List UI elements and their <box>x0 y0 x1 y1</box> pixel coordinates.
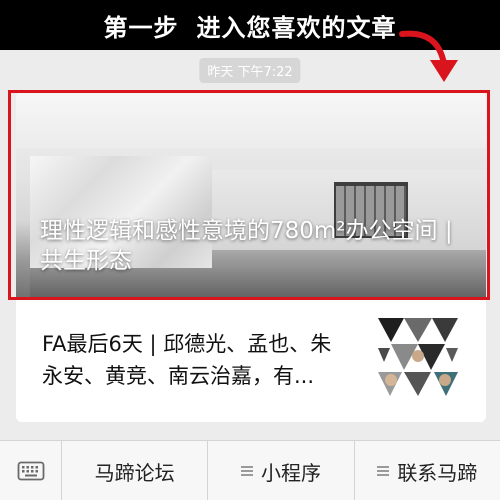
article-thumbnail <box>378 318 458 396</box>
keyboard-icon <box>17 461 44 481</box>
article-title: FA最后6天 | 邱德光、孟也、朱永安、黄竞、南云治嘉，有... <box>42 332 332 388</box>
message-timestamp: 昨天 下午7:22 <box>199 58 301 83</box>
menu-item-contact-label: 联系马蹄 <box>397 460 478 485</box>
article-list-item[interactable]: FA最后6天 | 邱德光、孟也、朱永安、黄竞、南云治嘉，有... <box>16 300 486 422</box>
curved-arrow-icon <box>399 30 458 82</box>
menu-item-mini-program[interactable]: 小程序 <box>208 441 355 500</box>
menu-item-forum[interactable]: 马蹄论坛 <box>62 441 209 500</box>
banner-instruction-text: 进入您喜欢的文章 <box>196 13 397 42</box>
highlight-frame <box>8 90 490 300</box>
menu-item-mini-program-label: 小程序 <box>260 460 321 485</box>
menu-item-forum-label: 马蹄论坛 <box>94 460 175 485</box>
keyboard-toggle-button[interactable] <box>0 441 62 500</box>
bottom-menu-bar: 马蹄论坛 小程序 联系马蹄 <box>0 440 500 500</box>
menu-item-contact[interactable]: 联系马蹄 <box>355 441 500 500</box>
banner-step-label: 第一步 <box>103 13 179 42</box>
menu-icon <box>377 466 390 476</box>
menu-icon <box>240 466 253 476</box>
